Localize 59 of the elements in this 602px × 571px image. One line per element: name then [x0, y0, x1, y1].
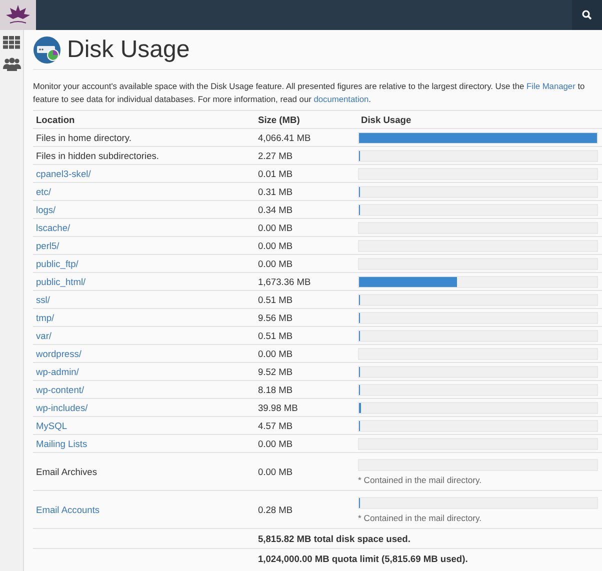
location-link[interactable]: logs/	[36, 204, 56, 214]
size-cell-text: 1,673.36 MB	[257, 276, 312, 286]
disk-usage-icon	[33, 36, 61, 64]
location-link[interactable]: etc/	[36, 186, 51, 196]
size-cell-text: 2.27 MB	[257, 150, 294, 160]
size-cell-text: 8.18 MB	[257, 384, 294, 394]
location-link[interactable]: wp-admin/	[36, 366, 79, 376]
location-link[interactable]: MySQL	[36, 420, 67, 430]
intro-text: feature to see data for individual databases. For more information, read our	[33, 94, 312, 104]
intro-link[interactable]: File Manager	[526, 81, 576, 91]
size-cell-text: 9.56 MB	[257, 312, 294, 322]
column-header: Location	[35, 114, 76, 124]
location-link[interactable]: lscache/	[36, 222, 70, 232]
size-cell-text: 0.34 MB	[257, 204, 294, 214]
column-header: Disk Usage	[360, 114, 412, 124]
size-cell-text: 4.57 MB	[257, 420, 294, 430]
location-text: Email Archives	[36, 466, 97, 476]
total-text: 5,815.82 MB total disk space used.	[257, 534, 412, 544]
location-link[interactable]: wordpress/	[36, 348, 82, 358]
size-cell-text: 0.00 MB	[257, 240, 294, 250]
intro-link[interactable]: documentation	[314, 94, 369, 104]
size-cell-text: 0.51 MB	[257, 294, 294, 304]
location-link[interactable]: Email Accounts	[36, 504, 100, 514]
column-header: Size (MB)	[257, 114, 301, 124]
location-text: Files in hidden subdirectories.	[36, 150, 159, 160]
size-cell-text: 0.51 MB	[257, 330, 294, 340]
usage-note: * Contained in the mail directory.	[358, 474, 483, 484]
location-link[interactable]: Mailing Lists	[36, 438, 88, 448]
location-link[interactable]: wp-includes/	[36, 402, 88, 412]
intro-text: .	[368, 94, 371, 104]
page-title: Disk Usage	[67, 36, 190, 64]
size-cell-text: 9.52 MB	[257, 366, 294, 376]
location-link[interactable]: perl5/	[36, 240, 60, 250]
intro-text: to	[576, 81, 585, 91]
size-cell-text: 0.00 MB	[257, 258, 294, 268]
size-cell-text: 0.00 MB	[257, 222, 294, 232]
location-link[interactable]: public_ftp/	[36, 258, 78, 268]
size-cell-text: 39.98 MB	[257, 402, 299, 412]
users-icon[interactable]	[2, 57, 20, 71]
location-link[interactable]: ssl/	[36, 294, 50, 304]
intro-text: Monitor your account's available space with the Disk Usage feature. All presented figures are relative to the largest directory. Use the	[33, 81, 526, 91]
location-link[interactable]: public_html/	[36, 276, 86, 286]
size-cell-text: 0.00 MB	[257, 466, 294, 476]
size-cell-text: 0.00 MB	[257, 348, 294, 358]
search-button[interactable]	[572, 0, 602, 30]
size-cell-text: 0.01 MB	[257, 168, 294, 178]
size-cell-text: 0.28 MB	[257, 504, 294, 514]
location-link[interactable]: wp-content/	[36, 384, 84, 394]
size-cell-text: 0.31 MB	[257, 186, 294, 196]
location-link[interactable]: tmp/	[36, 312, 54, 322]
size-cell-text: 0.00 MB	[257, 438, 294, 448]
search-icon	[582, 10, 592, 20]
location-text: Files in home directory.	[36, 132, 132, 142]
location-link[interactable]: var/	[36, 330, 52, 340]
size-cell-text: 4,066.41 MB	[257, 132, 312, 142]
location-link[interactable]: cpanel3-skel/	[36, 168, 91, 178]
grid-icon[interactable]	[3, 36, 20, 49]
total-text: 1,024,000.00 MB quota limit (5,815.69 MB used).	[257, 554, 469, 564]
usage-note: * Contained in the mail directory.	[358, 512, 483, 522]
